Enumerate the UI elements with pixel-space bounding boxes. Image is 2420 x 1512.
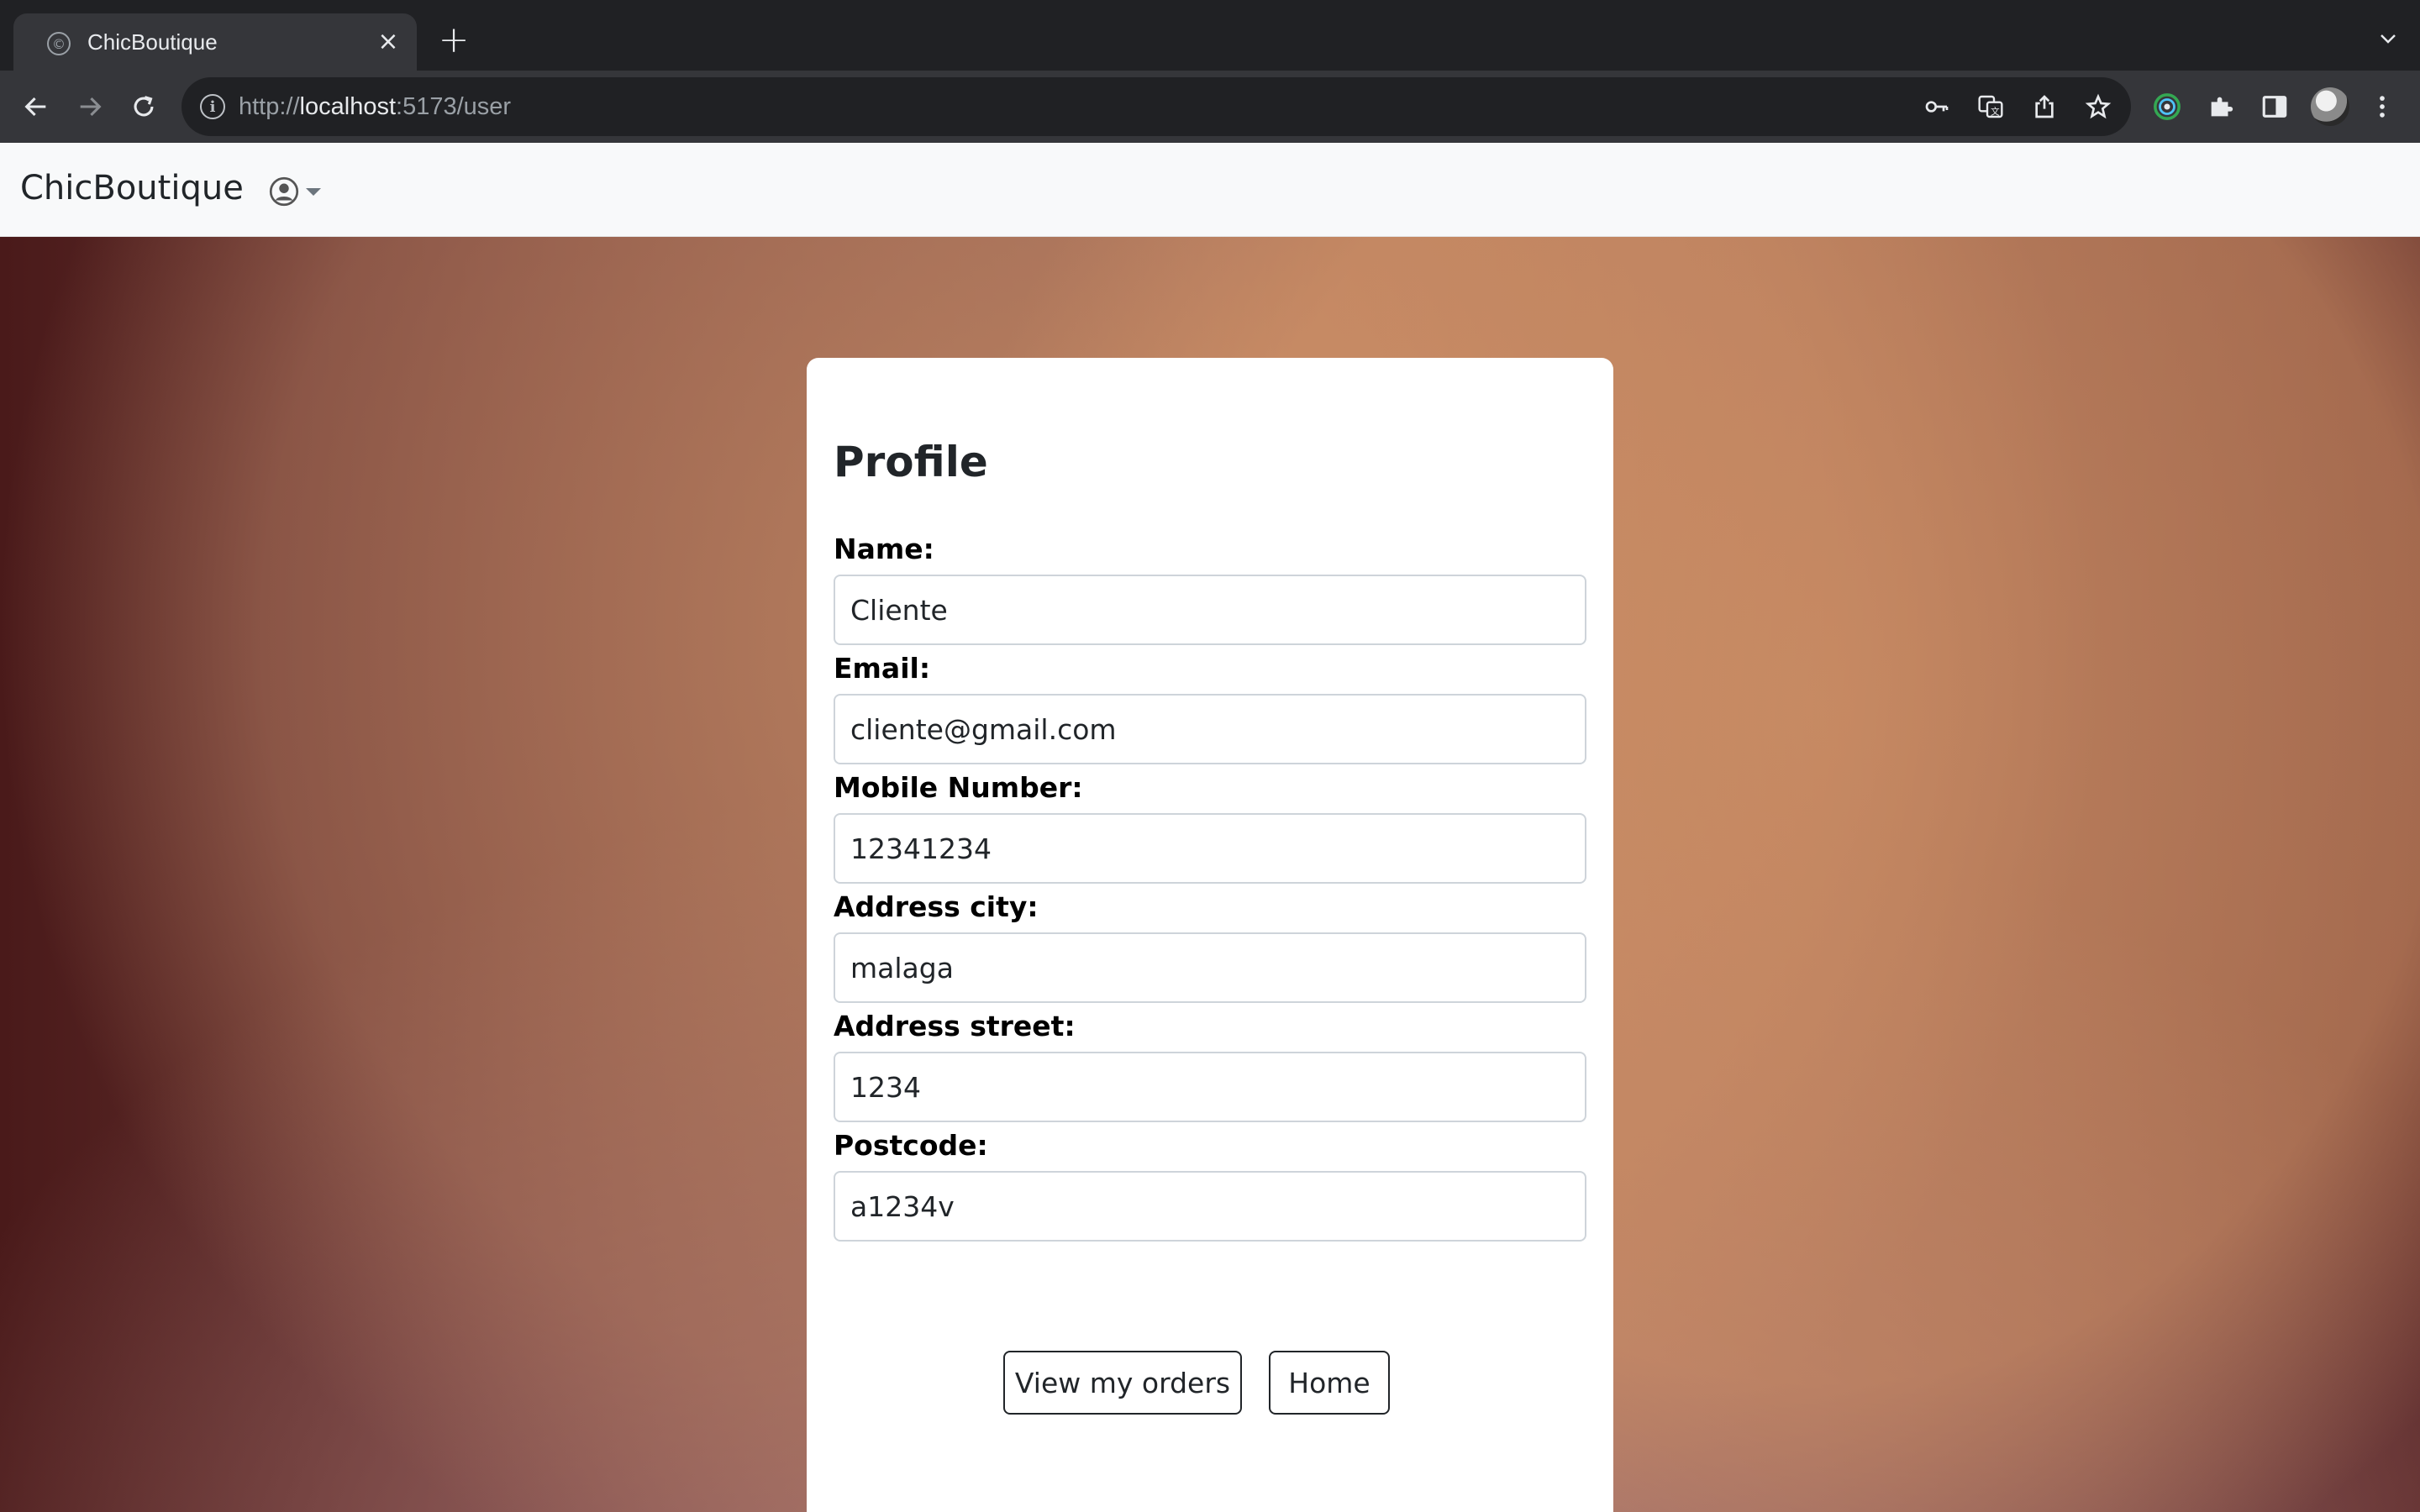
tab-search-chevron-icon[interactable] (2378, 29, 2398, 49)
mobile-label: Mobile Number: (834, 771, 1083, 804)
chevron-down-icon (306, 187, 321, 196)
email-label: Email: (834, 652, 931, 685)
key-icon[interactable] (1923, 92, 1951, 121)
tab-close-icon[interactable]: × (375, 29, 402, 55)
extension-icon[interactable] (2148, 87, 2186, 126)
postcode-field[interactable] (834, 1171, 1586, 1242)
share-icon[interactable] (2030, 92, 2059, 121)
site-info-icon[interactable]: i (200, 94, 225, 119)
url-text[interactable]: http://localhost:5173/user (239, 91, 511, 123)
site-navbar: ChicBoutique (0, 143, 2420, 237)
sidepanel-icon[interactable] (2255, 87, 2294, 126)
home-button[interactable]: Home (1269, 1351, 1390, 1415)
browser-tabstrip: © ChicBoutique × + (0, 0, 2420, 71)
browser-toolbar: i http://localhost:5173/user 文 (0, 71, 2420, 143)
name-label: Name: (834, 533, 934, 565)
brand-link[interactable]: ChicBoutique (20, 165, 244, 212)
tab-title: ChicBoutique (87, 29, 218, 55)
favicon-icon: © (47, 32, 71, 55)
user-circle-icon (269, 176, 299, 207)
forward-arrow-icon[interactable] (71, 87, 109, 126)
back-arrow-icon[interactable] (17, 87, 55, 126)
web-page: ChicBoutique Profile Name: Email: Mobile… (0, 143, 2420, 1512)
page-title: Profile (834, 438, 988, 486)
star-icon[interactable] (2084, 92, 2112, 121)
new-tab-icon[interactable]: + (437, 22, 471, 59)
profile-card: Profile Name: Email: Mobile Number: Addr… (807, 358, 1613, 1512)
browser-tab[interactable]: © ChicBoutique × (13, 13, 417, 71)
city-label: Address city: (834, 890, 1039, 923)
puzzle-icon[interactable] (2202, 87, 2240, 126)
translate-icon[interactable]: 文 (1976, 92, 2005, 121)
user-menu-dropdown[interactable] (269, 175, 323, 208)
svg-text:文: 文 (1991, 106, 2000, 117)
postcode-label: Postcode: (834, 1129, 988, 1162)
address-bar[interactable]: i http://localhost:5173/user 文 (182, 77, 2131, 136)
mobile-field[interactable] (834, 813, 1586, 884)
street-label: Address street: (834, 1010, 1076, 1042)
name-field[interactable] (834, 575, 1586, 645)
street-field[interactable] (834, 1052, 1586, 1122)
view-orders-button[interactable]: View my orders (1003, 1351, 1242, 1415)
reload-icon[interactable] (124, 87, 163, 126)
page-background: Profile Name: Email: Mobile Number: Addr… (0, 237, 2420, 1512)
profile-avatar[interactable] (2311, 87, 2349, 126)
kebab-menu-icon[interactable] (2363, 87, 2402, 126)
city-field[interactable] (834, 932, 1586, 1003)
email-field[interactable] (834, 694, 1586, 764)
